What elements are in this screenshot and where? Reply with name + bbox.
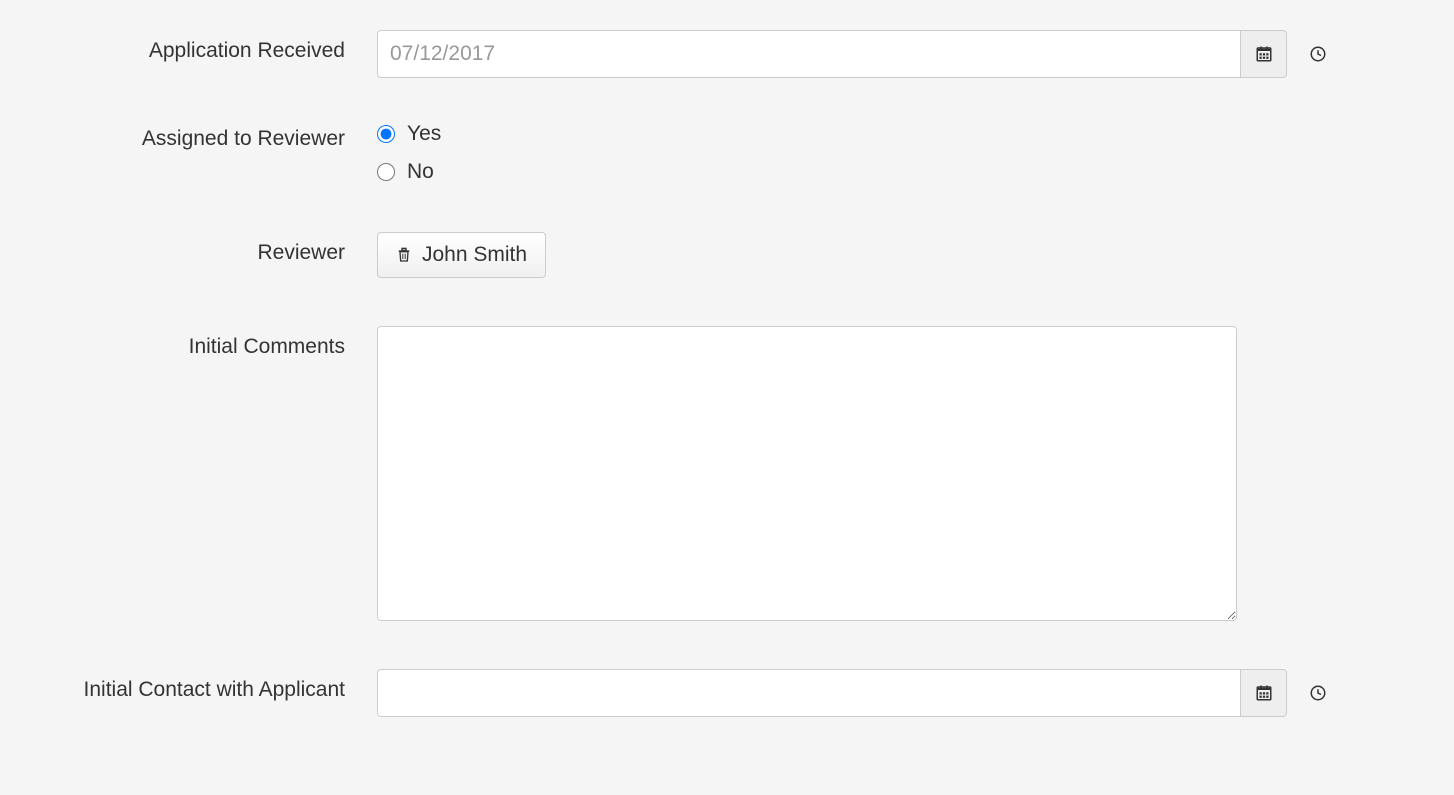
calendar-button[interactable] xyxy=(1241,30,1287,78)
application-received-control xyxy=(377,30,1377,78)
assigned-yes-label: Yes xyxy=(407,122,441,146)
reviewer-tag-button[interactable]: John Smith xyxy=(377,232,546,278)
assigned-radio-group: Yes No xyxy=(377,118,441,184)
reviewer-row: Reviewer John Smith xyxy=(77,232,1377,278)
initial-contact-input-group xyxy=(377,669,1287,717)
reviewer-label: Reviewer xyxy=(77,232,377,265)
assigned-no-option[interactable]: No xyxy=(377,160,441,184)
trash-icon xyxy=(396,246,412,264)
initial-comments-control xyxy=(377,326,1377,621)
assigned-to-reviewer-label: Assigned to Reviewer xyxy=(77,118,377,151)
initial-contact-row: Initial Contact with Applicant xyxy=(77,669,1377,717)
assigned-to-reviewer-control: Yes No xyxy=(377,118,1377,184)
calendar-icon xyxy=(1255,684,1273,702)
reviewer-control: John Smith xyxy=(377,232,1377,278)
application-received-row: Application Received xyxy=(77,30,1377,78)
assigned-no-label: No xyxy=(407,160,434,184)
initial-contact-label: Initial Contact with Applicant xyxy=(77,669,377,702)
initial-comments-row: Initial Comments xyxy=(77,326,1377,621)
clock-button[interactable] xyxy=(1295,30,1341,78)
initial-comments-textarea[interactable] xyxy=(377,326,1237,621)
application-received-input-group xyxy=(377,30,1287,78)
form-container: Application Received xyxy=(77,30,1377,717)
application-received-label: Application Received xyxy=(77,30,377,63)
initial-contact-input[interactable] xyxy=(377,669,1241,717)
calendar-button-2[interactable] xyxy=(1241,669,1287,717)
reviewer-tag-label: John Smith xyxy=(422,243,527,267)
assigned-to-reviewer-row: Assigned to Reviewer Yes No xyxy=(77,118,1377,184)
application-received-input[interactable] xyxy=(377,30,1241,78)
initial-comments-label: Initial Comments xyxy=(77,326,377,359)
clock-button-2[interactable] xyxy=(1295,669,1341,717)
assigned-no-radio[interactable] xyxy=(377,163,395,181)
initial-contact-control xyxy=(377,669,1377,717)
clock-icon xyxy=(1309,45,1327,63)
assigned-yes-option[interactable]: Yes xyxy=(377,122,441,146)
calendar-icon xyxy=(1255,45,1273,63)
assigned-yes-radio[interactable] xyxy=(377,125,395,143)
clock-icon xyxy=(1309,684,1327,702)
